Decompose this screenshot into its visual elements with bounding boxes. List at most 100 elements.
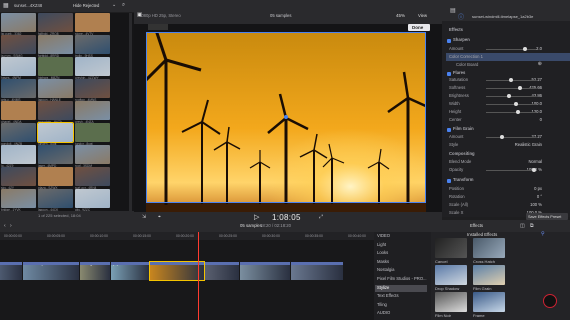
effects-browser-icon[interactable]: ◫ (520, 223, 525, 229)
back-arrow-icon[interactable]: ‹ (4, 223, 6, 229)
param-label: Saturation (449, 77, 469, 82)
audio-meter-button[interactable] (543, 294, 557, 308)
effects-category-item[interactable]: Stylize (375, 284, 427, 292)
clip-name: cross-country-beach... (24, 262, 56, 266)
timeline: 00:00:00:00 00:00:05:00 00:00:10:00 00:00:1… (0, 232, 374, 320)
slider-knob[interactable] (499, 135, 504, 139)
slider-knob[interactable] (513, 102, 518, 106)
ruler-label: 00:00:15:00 (133, 234, 151, 238)
param-value[interactable]: 100 % (530, 202, 542, 207)
effect-thumbnail[interactable] (435, 238, 467, 258)
filter-icon[interactable]: ⚲ (541, 231, 545, 237)
effects-category-item[interactable]: Looks (375, 250, 427, 257)
param-label: Rotation (449, 194, 465, 199)
effect-thumbnail[interactable] (473, 238, 505, 258)
param-value[interactable]: Realistic Grain (515, 142, 542, 147)
param-slider[interactable] (486, 94, 536, 98)
param-value[interactable]: 2.0 (536, 46, 542, 51)
enable-checkbox[interactable] (447, 178, 451, 183)
effect-thumbnail[interactable] (435, 292, 467, 312)
timeline-toolbar: ‹ › 05 samples 18:20 / 02:18:20 Effects … (0, 220, 570, 232)
param-slider[interactable] (486, 47, 536, 51)
timeline-clip[interactable]: lipsy-beach-sd... (111, 262, 149, 280)
clip-name: le-wonder-shot-aweet... (241, 262, 275, 266)
slider-knob[interactable] (518, 86, 523, 90)
slider-knob[interactable] (522, 47, 527, 51)
timeline-ruler[interactable]: 00:00:00:00 00:00:05:00 00:00:10:00 00:00:1… (0, 232, 374, 240)
slider-knob[interactable] (509, 78, 513, 82)
effects-category-item[interactable]: VIDEO (375, 233, 427, 240)
effects-category-item[interactable]: Light (375, 242, 427, 249)
inspector-row: Center 0 (446, 116, 570, 124)
param-label: Center (449, 117, 462, 122)
param-slider[interactable] (486, 135, 536, 139)
inspector-row: Opacity100.0 % (446, 166, 570, 174)
param-label: Height (449, 109, 462, 114)
timeline-clip[interactable]: beach-bowls-... (291, 262, 343, 280)
forward-arrow-icon[interactable]: › (10, 223, 12, 229)
effects-category-item[interactable]: Tiling (375, 302, 427, 309)
enable-checkbox[interactable] (447, 127, 451, 132)
inspector-row: Width 100.0 (446, 100, 570, 108)
effect-thumbnail[interactable] (473, 265, 505, 285)
inspector-row: Rotation 0 ° (446, 193, 570, 201)
clip-name: building-aweet... (81, 262, 105, 266)
effects-categories: VIDEO Light Looks Masks Nostalgia Pixel Film … (374, 232, 431, 320)
timeline-clip[interactable]: cross-country-beach... (23, 262, 79, 280)
param-label: Opacity (449, 167, 464, 172)
param-slider[interactable] (486, 168, 536, 172)
param-slider[interactable] (486, 86, 536, 90)
param-slider[interactable] (486, 102, 536, 106)
clip-name: sunset-windmill... (151, 262, 176, 266)
effect-name: Cross Hatch (473, 259, 496, 264)
slider-knob[interactable] (532, 168, 536, 172)
timeline-clip[interactable]: building-aweet... (80, 262, 110, 280)
param-value[interactable]: Normal (529, 159, 543, 164)
inspector-row: Amount 2.0 (446, 45, 570, 53)
param-slider[interactable] (486, 110, 536, 114)
timeline-clip[interactable]: beach-Jrefrte... (205, 262, 239, 280)
fcp-window: ▦ sunset...4XZ48 Hide Rejected ⌄ ⌕ lsr-p… (0, 0, 570, 320)
timeline-clip[interactable]: ...eral... (0, 262, 22, 280)
effects-browser-title: Effects (470, 223, 484, 228)
param-value[interactable]: 0 px (534, 186, 542, 191)
param-value[interactable]: 0 ° (537, 194, 542, 199)
color-board-icon[interactable]: ⊕ (538, 61, 542, 67)
timeline-clip[interactable]: sunset-windmill... (149, 261, 205, 281)
param-label: Width (449, 101, 460, 106)
inspector-row: Style Realistic Grain (446, 141, 570, 149)
section-header: Color Board (456, 62, 479, 67)
inspector-row: Saturation 52.27 (446, 76, 570, 84)
inspector-row: Blend Mode Normal (446, 158, 570, 166)
inspector-row: Height 120.0 (446, 108, 570, 116)
param-label: Style (449, 142, 459, 147)
param-slider[interactable] (486, 78, 536, 82)
playhead[interactable] (198, 232, 199, 320)
effects-category-item[interactable]: AUDIO (375, 310, 427, 317)
transitions-browser-icon[interactable]: ⧉ (530, 223, 534, 229)
effects-category-item[interactable]: Pixel Film Studios - PRO... (375, 276, 427, 283)
inspector-row: Position 0 px (446, 185, 570, 193)
inspector-row: Scale (All) 100 % (446, 201, 570, 209)
effects-category-item[interactable]: Nostalgia (375, 267, 427, 274)
enable-checkbox[interactable] (447, 38, 451, 43)
inspector-row: Color Correction 1 (446, 53, 570, 61)
slider-knob[interactable] (506, 94, 511, 98)
param-label: Scale X (449, 210, 464, 215)
inspector-row: Amount 27.27 (446, 133, 570, 141)
effects-category-item[interactable]: Masks (375, 259, 427, 266)
effect-thumbnail[interactable] (435, 265, 467, 285)
param-label: Blend Mode (449, 159, 472, 164)
section-header: Compositing (449, 151, 475, 156)
enable-checkbox[interactable] (447, 71, 451, 76)
timeline-clip[interactable]: le-wonder-shot-aweet... (240, 262, 290, 280)
effect-name: Film Grain (473, 286, 492, 291)
param-label: Amount (449, 46, 464, 51)
save-effects-preset-button[interactable]: Save Effects Preset (526, 213, 568, 220)
effects-category-item[interactable]: Text Effects (375, 293, 427, 300)
slider-knob[interactable] (515, 110, 520, 114)
effect-name: Cancel (435, 259, 448, 264)
effect-thumbnail[interactable] (473, 292, 505, 312)
param-value[interactable]: 0 (540, 117, 542, 122)
clip-name: lipsy-beach-sd... (112, 262, 136, 266)
